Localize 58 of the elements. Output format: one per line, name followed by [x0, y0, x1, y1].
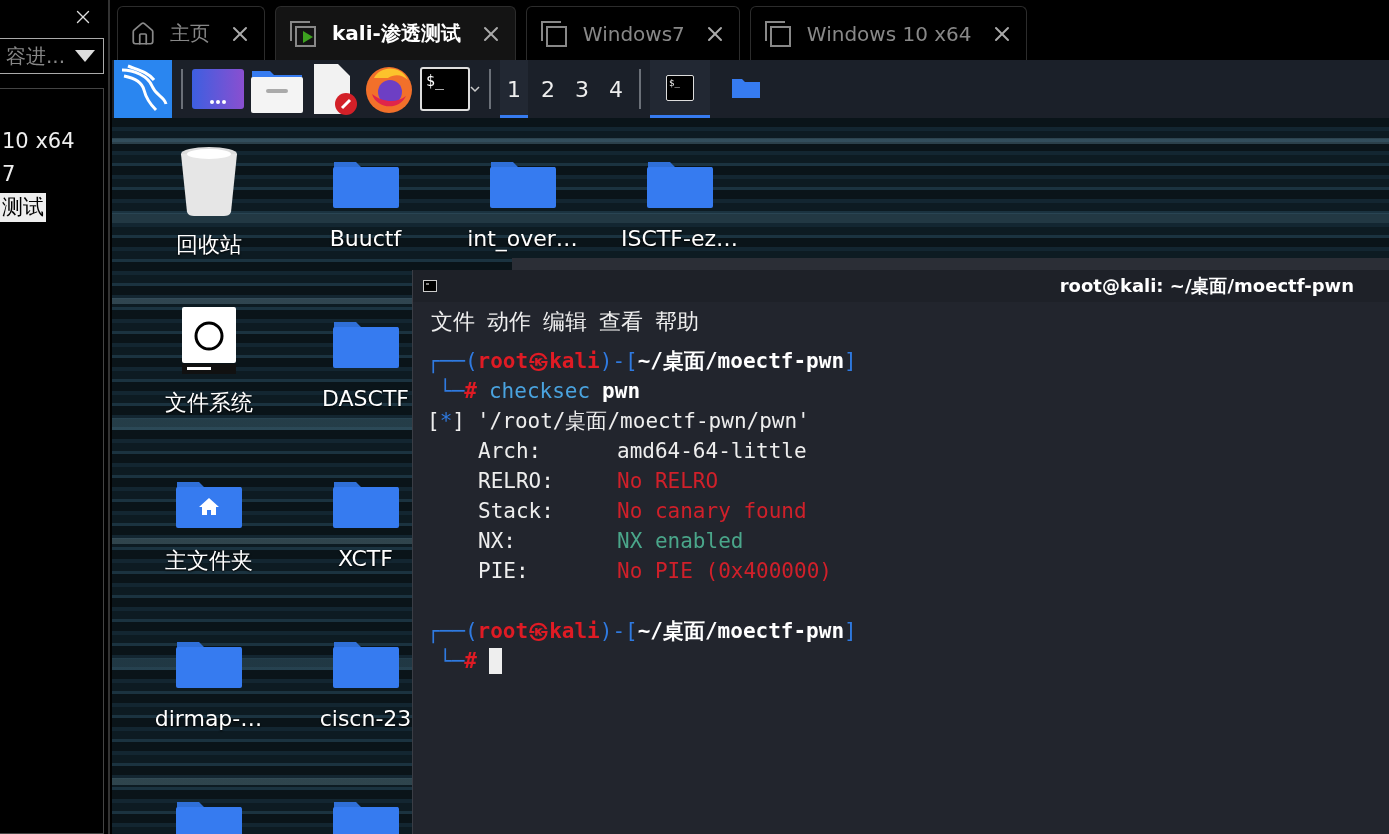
menu-item[interactable]: 动作 — [487, 307, 531, 337]
command-line: └─# checksec pwn — [438, 379, 641, 403]
hard-drive-icon[interactable] — [180, 306, 237, 374]
prompt-line: ┌──(root㉿kali)-[~/桌面/moectf-pwn] — [427, 348, 857, 375]
running-vm-icon — [288, 18, 318, 49]
desktop-icon-label[interactable]: 主文件夹 — [164, 546, 253, 576]
result-label: Arch: — [478, 439, 543, 463]
trash-bin-icon[interactable] — [178, 146, 239, 216]
result-label: Stack: — [478, 499, 555, 523]
menu-item[interactable]: 帮助 — [655, 307, 699, 337]
result-value: No canary found — [617, 499, 807, 523]
library-item[interactable]: 测试 — [0, 193, 46, 222]
folder-icon — [731, 76, 761, 99]
library-item[interactable]: 10 x64 — [0, 127, 77, 156]
windows-icon — [538, 18, 569, 49]
menu-item[interactable]: 文件 — [431, 307, 475, 337]
prompt-line: └─# — [438, 649, 477, 673]
menu-item[interactable]: 查看 — [599, 307, 643, 337]
terminal-task[interactable]: $_ — [650, 60, 710, 118]
result-value: No RELRO — [617, 469, 719, 493]
result-value: amd64-64-little — [617, 439, 807, 463]
result-value: No PIE (0x400000) — [617, 559, 832, 583]
home-icon — [130, 20, 156, 47]
tab[interactable]: Windows 10 x64 — [749, 6, 1027, 60]
tab[interactable]: 主页 — [117, 6, 265, 60]
caret-icon — [75, 50, 95, 62]
browser-icon[interactable] — [364, 64, 414, 114]
filter-dropdown[interactable]: 容进... — [0, 38, 104, 74]
desktop-icon-label[interactable]: XCTF — [338, 546, 393, 571]
desktop-icon-label[interactable]: ISCTF-ez… — [621, 226, 738, 251]
chevron-down-icon[interactable] — [470, 85, 480, 93]
tab[interactable]: Windows7 — [525, 6, 740, 60]
terminal-launcher[interactable]: $_ — [420, 67, 470, 111]
terminal-icon — [423, 280, 437, 292]
desktop-icon-label[interactable]: int_over… — [467, 226, 578, 251]
tab[interactable]: kali-渗透测试 — [275, 6, 516, 60]
desktop-icon-label[interactable]: Buuctf — [329, 226, 402, 251]
windows-icon — [762, 18, 793, 49]
text-cursor — [488, 648, 502, 674]
workspace-button[interactable]: 1 — [500, 60, 528, 118]
result-label: RELRO: — [478, 469, 555, 493]
result-label: NX: — [478, 529, 517, 553]
desktop-icon-label[interactable]: 文件系统 — [164, 388, 253, 418]
output-line: [*] '/root/桌面/moectf-pwn/pwn' — [427, 408, 810, 435]
workspace-button[interactable]: 3 — [568, 60, 596, 118]
menu-item[interactable]: 编辑 — [543, 307, 587, 337]
workspace-button[interactable]: 2 — [534, 60, 562, 118]
desktop-icon-label[interactable]: ciscn-23 — [319, 706, 412, 731]
library-item[interactable]: 7 — [0, 160, 18, 189]
desktop-icon-label[interactable]: 回收站 — [175, 230, 242, 260]
kali-dragon-icon[interactable] — [114, 60, 172, 118]
prompt-line: ┌──(root㉿kali)-[~/桌面/moectf-pwn] — [427, 618, 857, 645]
desktop-icon-label[interactable]: DASCTF — [322, 386, 409, 411]
workspace-button[interactable]: 4 — [602, 60, 630, 118]
result-label: PIE: — [478, 559, 530, 583]
desktop-icon-label[interactable]: dirmap-… — [154, 706, 263, 731]
window-title: root@kali: ~/桌面/moectf-pwn — [1059, 274, 1354, 298]
result-value: NX enabled — [617, 529, 744, 553]
